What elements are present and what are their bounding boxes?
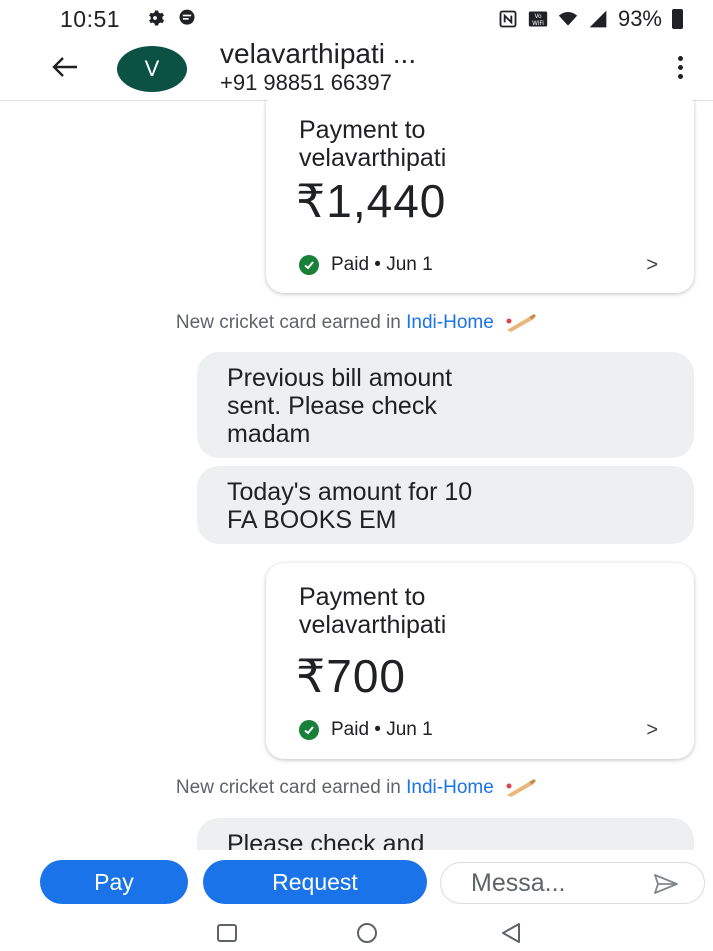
status-bar: 10:51 Vo WiFi 93% bbox=[0, 0, 713, 38]
send-icon[interactable] bbox=[652, 872, 680, 896]
chevron-right-icon[interactable]: > bbox=[646, 254, 658, 277]
payment-label-line2: velavarthipati bbox=[299, 611, 447, 639]
check-circle-icon bbox=[299, 255, 319, 275]
payment-status: Paid • Jun 1 bbox=[299, 254, 433, 276]
back-icon[interactable] bbox=[498, 920, 524, 946]
battery-icon bbox=[672, 9, 683, 29]
avatar[interactable]: V bbox=[117, 46, 187, 92]
chat-thread[interactable]: Payment to velavarthipati ₹1,440 Paid • … bbox=[0, 100, 713, 850]
payment-label-line1: Payment to bbox=[299, 116, 426, 144]
request-button[interactable]: Request bbox=[203, 860, 427, 904]
pay-button[interactable]: Pay bbox=[40, 860, 188, 904]
svg-text:WiFi: WiFi bbox=[532, 21, 544, 27]
message-field[interactable] bbox=[440, 862, 705, 904]
contact-phone: +91 98851 66397 bbox=[220, 70, 392, 95]
payment-status: Paid • Jun 1 bbox=[299, 719, 433, 741]
home-icon[interactable] bbox=[354, 920, 380, 946]
more-vert-icon bbox=[677, 55, 683, 61]
message-text-line: Please check and bbox=[227, 830, 425, 850]
svg-text:Vo: Vo bbox=[534, 14, 542, 20]
status-system-icons: Vo WiFi 93% bbox=[498, 6, 683, 32]
wifi-icon bbox=[558, 12, 578, 26]
payment-amount: ₹700 bbox=[296, 650, 407, 702]
recents-icon[interactable] bbox=[214, 920, 240, 946]
back-arrow-icon bbox=[52, 57, 77, 77]
payment-label-line1: Payment to bbox=[299, 583, 426, 611]
indi-home-link[interactable]: Indi-Home bbox=[406, 312, 494, 333]
message-bubble[interactable]: Please check and bbox=[197, 818, 694, 850]
payment-label-line2: velavarthipati bbox=[299, 144, 447, 172]
message-input[interactable] bbox=[471, 867, 631, 899]
cricket-bat-icon bbox=[506, 313, 537, 332]
conversation-header: V velavarthipati ... +91 98851 66397 bbox=[0, 38, 713, 100]
signal-icon bbox=[589, 10, 607, 28]
chevron-right-icon[interactable]: > bbox=[646, 719, 658, 742]
message-bubble[interactable]: Previous bill amount sent. Please check … bbox=[197, 352, 694, 458]
status-time: 10:51 bbox=[60, 6, 121, 32]
payment-status-text: Paid • Jun 1 bbox=[331, 254, 433, 275]
payment-amount: ₹1,440 bbox=[296, 175, 447, 227]
message-text-line: FA BOOKS EM bbox=[227, 506, 397, 534]
cricket-card-notice: New cricket card earned in Indi-Home bbox=[0, 777, 713, 799]
message-text-line: Today's amount for 10 bbox=[227, 478, 473, 506]
cricket-bat-icon bbox=[506, 778, 537, 797]
status-notification-icons bbox=[145, 8, 197, 28]
chat-notification-icon bbox=[179, 9, 195, 25]
indi-home-link[interactable]: Indi-Home bbox=[406, 777, 494, 798]
message-bubble[interactable]: Today's amount for 10 FA BOOKS EM bbox=[197, 466, 694, 544]
cricket-card-notice: New cricket card earned in Indi-Home bbox=[0, 312, 713, 334]
message-text-line: madam bbox=[227, 420, 311, 448]
settings-gear-icon bbox=[149, 10, 164, 26]
battery-percent: 93% bbox=[617, 6, 662, 31]
nfc-icon bbox=[499, 10, 517, 28]
contact-name[interactable]: velavarthipati ... bbox=[220, 38, 416, 70]
back-button[interactable] bbox=[48, 50, 82, 84]
notice-text: New cricket card earned in bbox=[175, 312, 407, 333]
payment-card[interactable]: Payment to velavarthipati ₹700 Paid • Ju… bbox=[266, 563, 694, 759]
composer-bar: Pay Request bbox=[0, 850, 713, 912]
notice-text: New cricket card earned in bbox=[175, 777, 407, 798]
system-nav-bar bbox=[0, 912, 713, 951]
payment-status-text: Paid • Jun 1 bbox=[331, 719, 433, 740]
payment-card[interactable]: Payment to velavarthipati ₹1,440 Paid • … bbox=[266, 100, 694, 293]
message-text-line: sent. Please check bbox=[227, 392, 437, 420]
message-text-line: Previous bill amount bbox=[227, 364, 453, 392]
vowifi-icon: VoWiFi bbox=[528, 11, 548, 27]
more-options-button[interactable] bbox=[672, 52, 688, 82]
check-circle-icon bbox=[299, 720, 319, 740]
